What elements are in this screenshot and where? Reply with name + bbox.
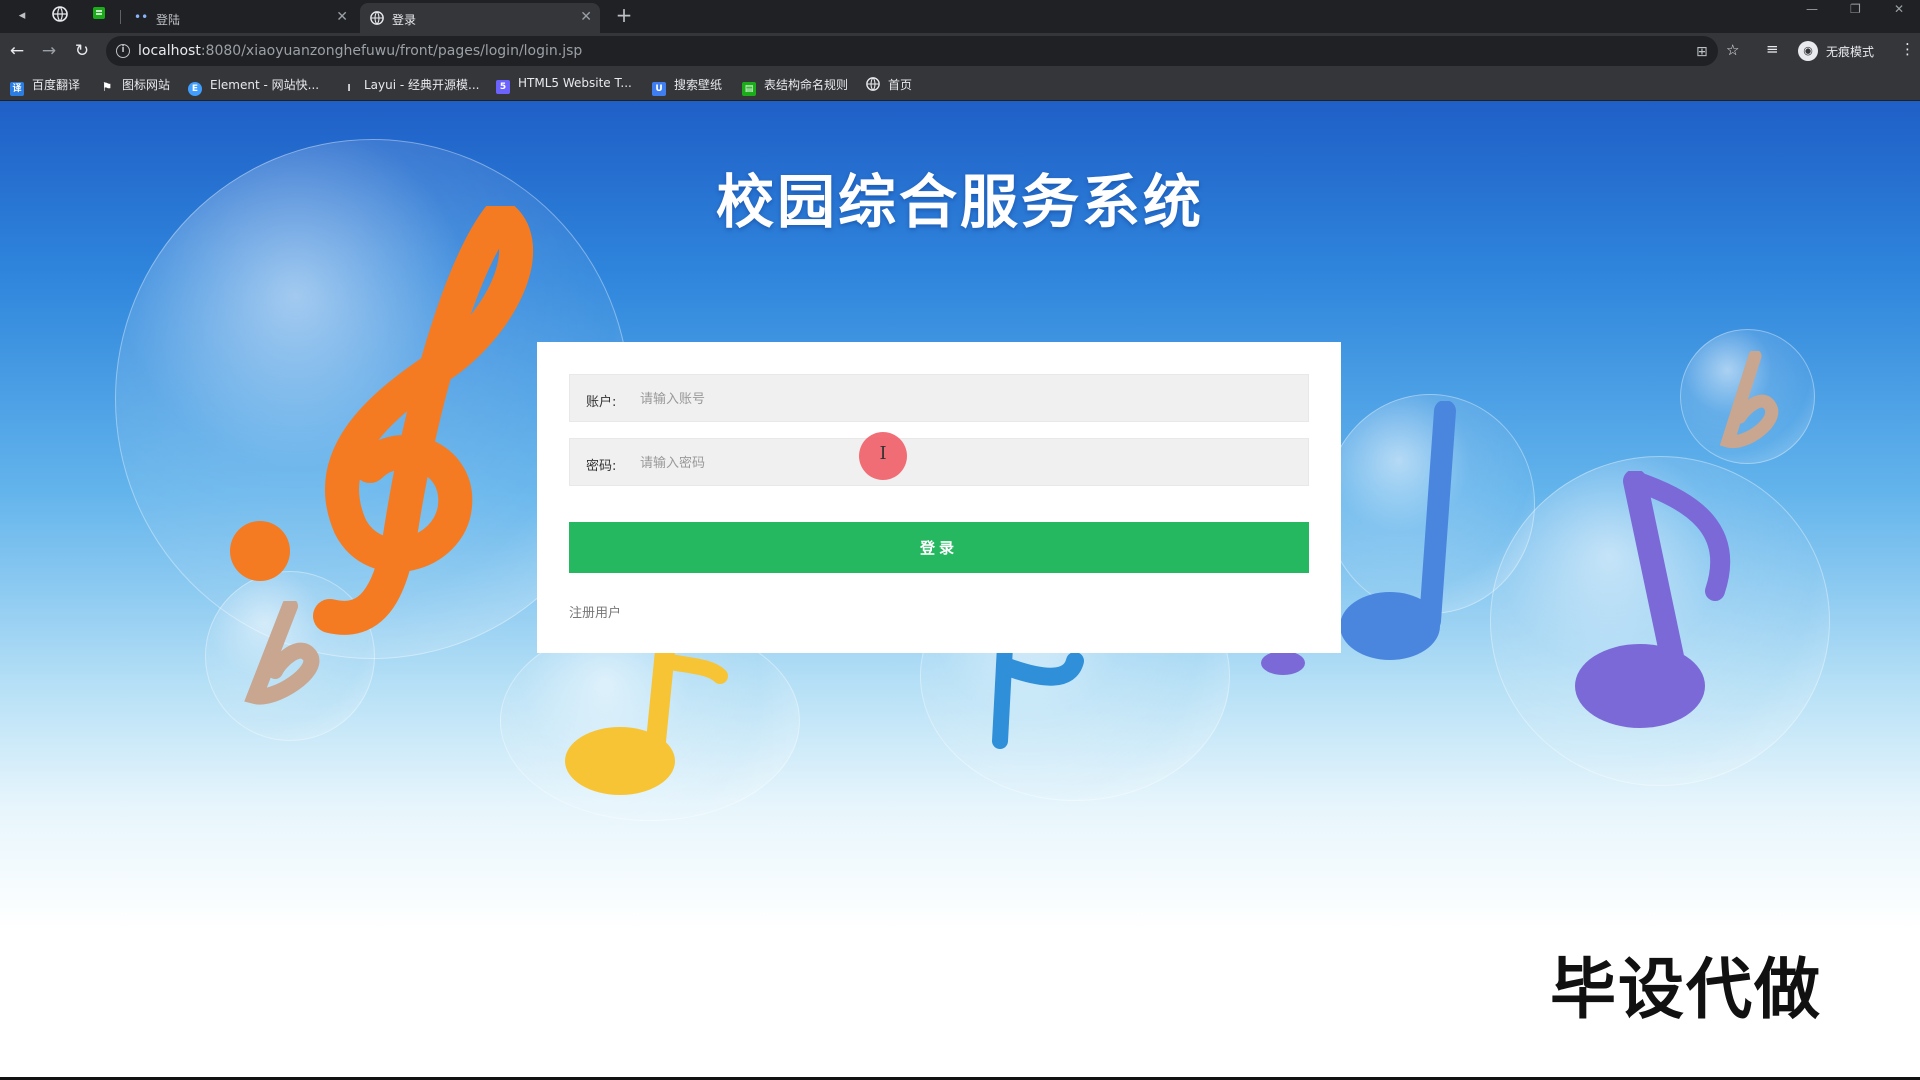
html5-icon: 5 — [496, 80, 510, 94]
wallpaper-icon: U — [652, 82, 666, 96]
bookmark-item[interactable]: ⚑ 图标网站 — [100, 76, 170, 94]
translate-icon: 译 — [10, 82, 24, 96]
page-title: 校园综合服务系统 — [715, 168, 1204, 236]
browser-window: ◂ •• 登陆 ✕ 登录 ✕ + — ❐ ✕ ← → ↻ i localhost… — [0, 0, 1920, 1080]
bookmark-label: 百度翻译 — [32, 78, 81, 92]
info-icon[interactable]: i — [116, 44, 130, 58]
close-window-icon[interactable]: ✕ — [1894, 2, 1904, 16]
eighth-note-icon — [565, 641, 728, 795]
address-bar[interactable]: i localhost:8080/xiaoyuanzonghefuwu/fron… — [106, 36, 1718, 66]
bookmark-item[interactable]: E Element - 网站快... — [188, 76, 320, 96]
bookmark-label: Layui - 经典开源模... — [364, 78, 480, 92]
bookmark-item[interactable]: l Layui - 经典开源模... — [342, 76, 479, 94]
text-cursor-icon: I — [879, 443, 887, 464]
mute-icon[interactable]: ◂ — [12, 6, 32, 26]
password-field: 密码: — [569, 438, 1309, 486]
back-icon[interactable]: ← — [6, 40, 28, 62]
forward-icon[interactable]: → — [38, 40, 60, 62]
account-label: 账户: — [586, 395, 617, 410]
sheet-icon[interactable] — [89, 6, 109, 26]
flat-note-icon — [244, 601, 320, 705]
watermark: 毕设代做 — [1550, 951, 1822, 1028]
bookmark-item[interactable]: U 搜索壁纸 — [652, 76, 723, 96]
menu-icon[interactable]: ⋮ — [1900, 40, 1915, 58]
globe-icon — [370, 11, 384, 25]
reading-list-icon[interactable]: ≡ — [1766, 40, 1779, 58]
eighth-note-icon — [992, 641, 1084, 749]
element-icon: E — [188, 82, 202, 96]
flat-note-icon — [1719, 351, 1779, 449]
treble-clef-icon — [230, 206, 534, 635]
globe-icon[interactable] — [50, 6, 70, 26]
minimize-icon[interactable]: — — [1806, 2, 1818, 16]
tab-strip: ◂ •• 登陆 ✕ 登录 ✕ + — ❐ ✕ — [0, 0, 1920, 33]
url-host: localhost — [138, 43, 201, 59]
account-input[interactable] — [640, 385, 1290, 413]
password-input[interactable] — [640, 449, 1290, 477]
reload-icon[interactable]: ↻ — [71, 40, 93, 62]
tab-login-old[interactable]: •• 登陆 ✕ — [124, 3, 356, 33]
url-path: :8080/xiaoyuanzonghefuwu/front/pages/log… — [200, 43, 583, 59]
bookmark-label: 首页 — [888, 78, 913, 92]
bookmark-item[interactable]: 译百度翻译 — [10, 76, 81, 96]
bookmark-label: Element - 网站快... — [210, 78, 320, 92]
new-tab-button[interactable]: + — [612, 4, 636, 28]
bookmark-label: HTML5 Website T... — [518, 76, 632, 90]
sheet-icon: ▤ — [742, 82, 756, 96]
bookmark-item[interactable]: ▤ 表结构命名规则 — [742, 76, 849, 96]
url-text[interactable]: localhost:8080/xiaoyuanzonghefuwu/front/… — [138, 43, 582, 59]
bookmark-item[interactable]: 首页 — [866, 76, 912, 94]
tab-separator — [120, 10, 121, 24]
close-icon[interactable]: ✕ — [336, 9, 348, 25]
restore-icon[interactable]: ❐ — [1850, 2, 1861, 16]
bookmark-label: 表结构命名规则 — [764, 78, 849, 92]
incognito-icon: ◉ — [1798, 41, 1818, 61]
tab-title: 登录 — [392, 13, 417, 27]
globe-icon — [866, 77, 880, 91]
login-form: 账户: 密码: 登录 注册用户 — [537, 342, 1341, 653]
translate-icon[interactable]: ⊞ — [1696, 44, 1708, 60]
flag-icon: ⚑ — [101, 80, 113, 94]
bookmarks-bar: 译百度翻译 ⚑ 图标网站 E Element - 网站快... l Layui - 经… — [0, 69, 1920, 101]
tab-login-active[interactable]: 登录 ✕ — [360, 3, 600, 33]
password-label: 密码: — [586, 459, 617, 474]
quarter-note-icon — [1340, 401, 1456, 660]
login-button[interactable]: 登录 — [569, 522, 1309, 573]
bookmark-label: 图标网站 — [122, 78, 171, 92]
close-icon[interactable]: ✕ — [580, 9, 592, 25]
register-link[interactable]: 注册用户 — [569, 602, 621, 621]
bookmark-star-icon[interactable]: ☆ — [1726, 41, 1739, 59]
layui-icon: l — [347, 84, 351, 94]
profile-label: 无痕模式 — [1826, 45, 1875, 59]
login-page: 校园综合服务系统 账户: 密码: 登录 注册用户 I 毕设代做 — [0, 101, 1920, 1077]
eighth-note-icon — [1575, 471, 1731, 728]
browser-toolbar: ← → ↻ i localhost:8080/xiaoyuanzonghefuw… — [0, 33, 1920, 69]
tab-title: 登陆 — [156, 13, 181, 27]
loading-dots-icon: •• — [134, 10, 149, 24]
bookmark-item[interactable]: 5 HTML5 Website T... — [496, 76, 632, 94]
bookmark-label: 搜索壁纸 — [674, 78, 723, 92]
account-field: 账户: — [569, 374, 1309, 422]
